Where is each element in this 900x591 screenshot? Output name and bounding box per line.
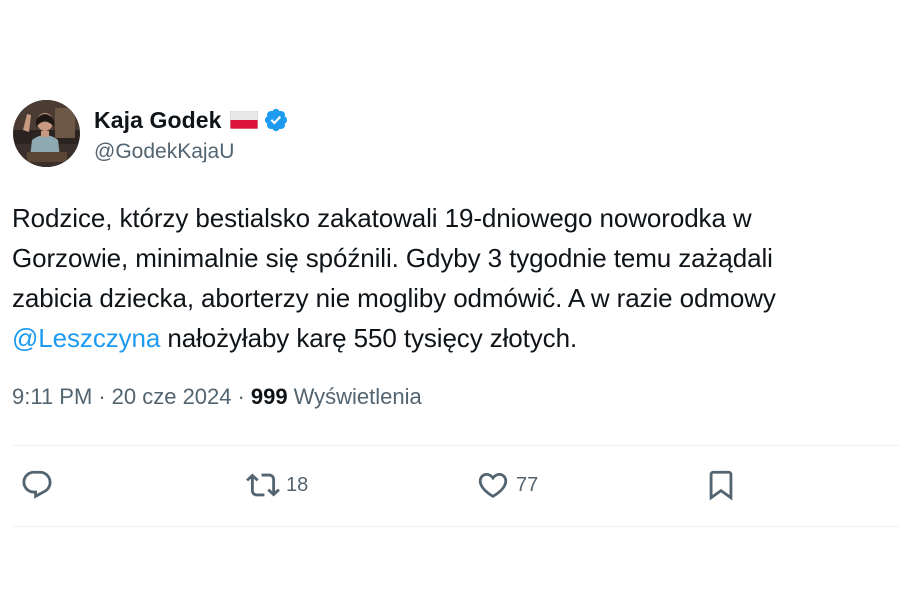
meta-separator: · xyxy=(98,384,106,409)
action-bar: 18 77 xyxy=(12,468,900,508)
name-row: Kaja Godek xyxy=(94,106,289,134)
poland-flag-icon xyxy=(229,110,258,130)
verified-badge-icon[interactable] xyxy=(263,107,289,133)
retweet-button[interactable]: 18 xyxy=(246,468,308,502)
author-names: Kaja Godek @GodekKajaU xyxy=(94,106,289,164)
tweet-header: Kaja Godek @GodekKajaU xyxy=(12,100,900,170)
avatar[interactable] xyxy=(13,100,80,167)
bookmark-button[interactable] xyxy=(704,468,738,502)
retweet-icon xyxy=(246,468,280,502)
tweet-date[interactable]: 20 cze 2024 xyxy=(112,384,232,410)
tweet-text-line: zabicia dziecka, aborterzy nie mogliby o… xyxy=(12,283,776,313)
divider-top xyxy=(12,445,900,446)
like-count: 77 xyxy=(516,473,539,496)
display-name[interactable]: Kaja Godek xyxy=(94,107,222,134)
tweet-text-line: Rodzice, którzy bestialsko zakatowali 19… xyxy=(12,203,752,233)
bookmark-icon xyxy=(704,468,738,502)
reply-icon xyxy=(20,468,54,502)
reply-button[interactable] xyxy=(20,468,54,502)
tweet-text: Rodzice, którzy bestialsko zakatowali 19… xyxy=(12,198,892,358)
like-button[interactable]: 77 xyxy=(476,468,538,502)
tweet-text-line: Gorzowie, minimalnie się spóźnili. Gdyby… xyxy=(12,243,773,273)
views-label: Wyświetlenia xyxy=(293,384,422,409)
author-handle[interactable]: @GodekKajaU xyxy=(94,140,289,164)
tweet: Kaja Godek @GodekKajaU Rodzice, którzy b… xyxy=(12,100,900,527)
tweet-text-rest: nałożyłaby karę 550 tysięcy złotych. xyxy=(160,323,578,353)
views-count: 999 xyxy=(250,384,288,409)
tweet-text-line: @Leszczyna nałożyłaby karę 550 tysięcy z… xyxy=(12,318,892,358)
avatar-photo xyxy=(13,100,80,167)
tweet-meta: 9:11 PM · 20 cze 2024 · 999 Wyświetlenia xyxy=(12,382,900,412)
mention-link[interactable]: @Leszczyna xyxy=(12,323,160,353)
divider-bottom xyxy=(12,526,900,527)
meta-separator: · xyxy=(237,384,245,409)
retweet-count: 18 xyxy=(286,473,309,496)
heart-icon xyxy=(476,468,510,502)
tweet-time[interactable]: 9:11 PM xyxy=(12,384,92,410)
